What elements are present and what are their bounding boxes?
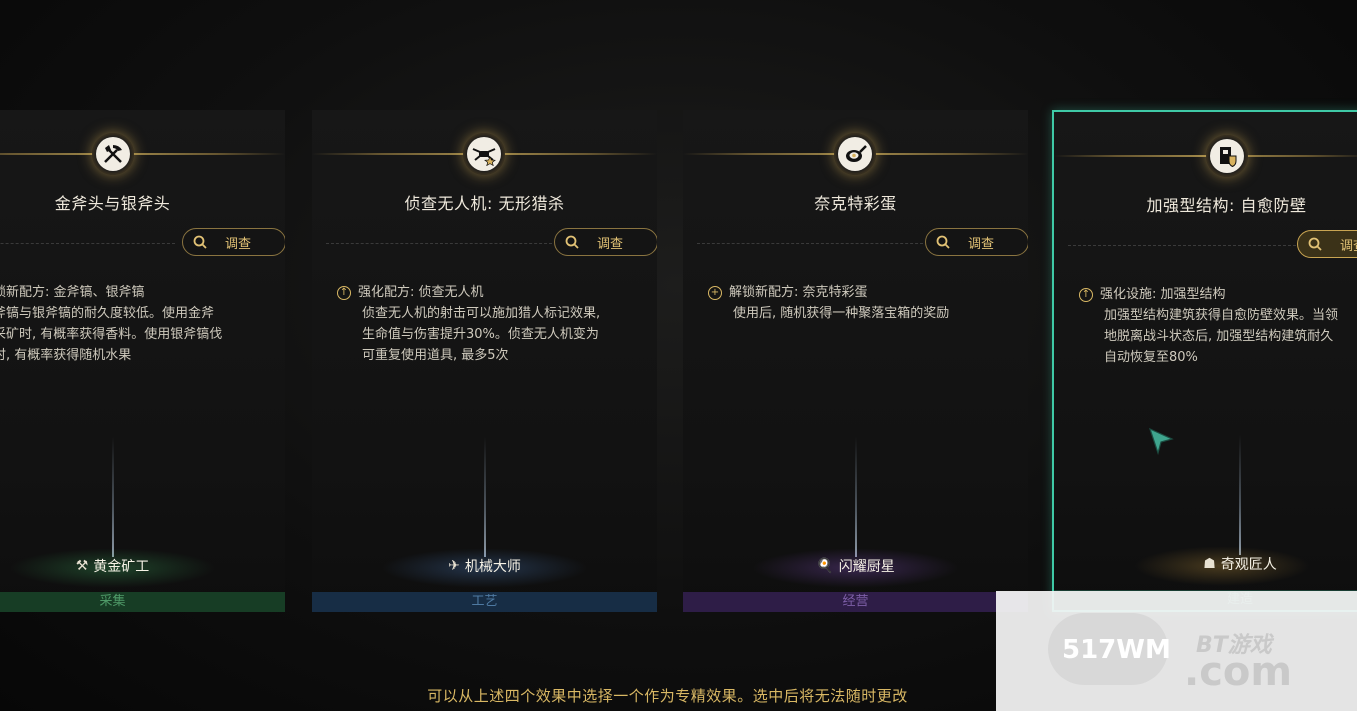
effect-line: 金斧镐与银斧镐的耐久度较低。使用金斧 [0,306,215,321]
investigate-label: 调查 [225,236,252,252]
investigate-button[interactable]: 调查 [1297,230,1357,258]
investigate-label: 调查 [597,236,624,252]
investigate-label: 调查 [1340,238,1357,254]
role-label: 闪耀厨星 [838,559,895,575]
unlock-plus-icon: + [708,285,722,300]
role-badge: ☗ 奇观匠人 [1054,554,1357,574]
role-badge: 🍳 闪耀厨星 [683,556,1028,576]
perk-card-gold-axe[interactable]: 金斧头与银斧头 调查 解锁新配方: 金斧镐、银斧镐 金斧镐与银斧镐的耐久度较低。… [0,110,285,612]
watermark: 517WM BT游戏 .com [996,591,1357,711]
search-icon [193,235,207,249]
category-label: 经营 [842,594,869,609]
investigate-button[interactable]: 调查 [925,228,1028,256]
light-beam [111,437,114,557]
effect-description: ↑ 强化设施: 加强型结构 加强型结构建筑获得自愈防壁效果。当领 地脱离战斗状态后… [1079,284,1357,368]
card-emblem [463,133,505,175]
frying-pan-egg-icon [846,145,867,162]
pickaxe-axe-icon [104,145,122,163]
light-beam [854,437,857,557]
perk-card-recon-drone[interactable]: 侦查无人机: 无形猎杀 调查 ↑ 强化配方: 侦查无人机 侦查无人机的射击可以施加… [312,110,657,612]
fortified-structure-icon [1220,147,1237,168]
effect-description: ↑ 强化配方: 侦查无人机 侦查无人机的射击可以施加猎人标记效果, 生命值与伤害提… [337,282,647,366]
effect-line: 木时, 有概率获得随机水果 [0,348,132,363]
builder-small-icon: ☗ [1203,556,1216,572]
role-label: 黄金矿工 [93,559,150,575]
effect-line: 加强型结构建筑获得自愈防壁效果。当领 [1104,308,1339,323]
card-title: 加强型结构: 自愈防壁 [1146,196,1307,215]
upgrade-icon: ↑ [337,285,351,300]
card-emblem [834,133,876,175]
effect-line: 侦查无人机的射击可以施加猎人标记效果, [362,306,601,321]
cursor-icon [1148,427,1174,455]
drone-small-icon: ✈ [448,558,460,574]
effect-line: 生命值与伤害提升30%。侦查无人机变为 [362,327,599,342]
category-label: 工艺 [471,594,498,609]
search-icon [1308,237,1322,251]
role-label: 机械大师 [464,559,521,575]
category-bar: 采集 [0,592,285,612]
crossed-tools-icon: ⚒ [75,558,89,574]
card-title: 侦查无人机: 无形猎杀 [404,194,565,213]
effect-line: 自动恢复至80% [1104,350,1198,365]
effect-head: 解锁新配方: 金斧镐、银斧镐 [0,285,145,300]
effect-head: 解锁新配方: 奈克特彩蛋 [729,285,868,300]
role-badge: ⚒ 黄金矿工 [0,556,285,576]
investigate-button[interactable]: 调查 [554,228,657,256]
effect-line: 地脱离战斗状态后, 加强型结构建筑耐久 [1104,329,1334,344]
light-beam [1239,435,1241,555]
search-icon [936,235,950,249]
perk-card-nectar-egg[interactable]: 奈克特彩蛋 调查 + 解锁新配方: 奈克特彩蛋 使用后, 随机获得一种聚落宝箱的奖… [683,110,1028,612]
card-emblem [92,133,134,175]
card-emblem [1206,135,1248,177]
search-icon [565,235,579,249]
drone-icon [472,148,496,166]
perk-card-fortified-structure[interactable]: 加强型结构: 自愈防壁 调查 ↑ 强化设施: 加强型结构 加强型结构建筑获得自愈防… [1052,110,1357,612]
effect-line: 镐采矿时, 有概率获得香料。使用银斧镐伐 [0,327,223,342]
category-bar: 工艺 [312,592,657,612]
effect-description: 解锁新配方: 金斧镐、银斧镐 金斧镐与银斧镐的耐久度较低。使用金斧 镐采矿时, … [0,282,270,366]
watermark-number: 517WM [1062,635,1171,665]
role-badge: ✈ 机械大师 [312,556,657,576]
effect-description: + 解锁新配方: 奈克特彩蛋 使用后, 随机获得一种聚落宝箱的奖励 [708,282,1018,324]
upgrade-icon: ↑ [1079,287,1093,302]
effect-head: 强化配方: 侦查无人机 [358,285,484,300]
role-label: 奇观匠人 [1220,557,1277,573]
effect-line: 使用后, 随机获得一种聚落宝箱的奖励 [733,306,950,321]
pan-small-icon: 🍳 [816,558,834,574]
investigate-button[interactable]: 调查 [182,228,285,256]
category-bar: 经营 [683,592,1028,612]
effect-line: 可重复使用道具, 最多5次 [362,348,509,363]
category-label: 采集 [99,594,126,609]
card-title: 金斧头与银斧头 [54,194,171,213]
card-title: 奈克特彩蛋 [814,194,897,213]
watermark-domain: .com [1184,649,1293,695]
light-beam [483,437,486,557]
investigate-label: 调查 [968,236,995,252]
card-top-divider [0,153,285,155]
effect-head: 强化设施: 加强型结构 [1100,287,1226,302]
